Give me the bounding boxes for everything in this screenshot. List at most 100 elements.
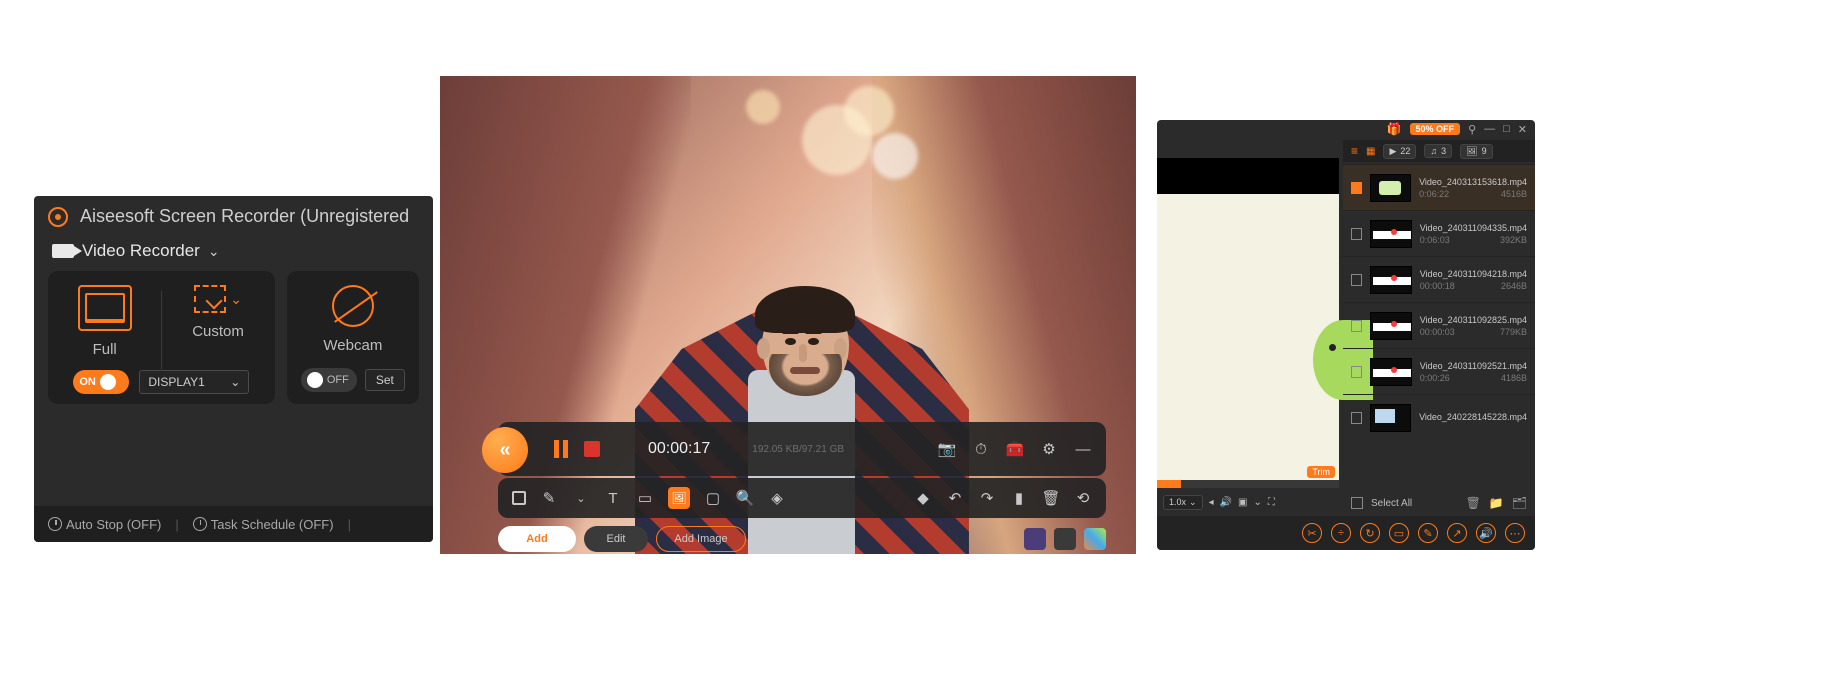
annotation-toolbar: ✎ ⌄ T ▭ 🖼 ▢ 🔍 ◈ ◆ ↶ ↷ ▮ 🗑 ⟲ — [498, 478, 1106, 518]
eraser-icon[interactable]: ◆ — [914, 489, 932, 507]
left-titlebar: Aiseesoft Screen Recorder (Unregistered — [34, 196, 433, 237]
item-checkbox[interactable] — [1351, 320, 1362, 332]
item-checkbox[interactable] — [1351, 228, 1362, 240]
merge-action-icon[interactable]: ÷ — [1331, 523, 1351, 543]
exit-icon[interactable]: ⟲ — [1074, 489, 1092, 507]
item-checkbox[interactable] — [1351, 366, 1362, 378]
recording-timer: 00:00:17 — [648, 440, 710, 458]
edit-action-icon[interactable]: ✎ — [1418, 523, 1438, 543]
history-filter-tabs: ≡ ▦ ▶22 ♫3 🖼9 — [1343, 140, 1535, 162]
window-title: Aiseesoft Screen Recorder (Unregistered — [80, 206, 409, 227]
folder-icon[interactable]: 📁 — [1489, 496, 1504, 510]
item-checkbox[interactable] — [1351, 182, 1362, 194]
mode-selector[interactable]: Video Recorder ⌄ — [34, 237, 433, 271]
blur-tool-icon[interactable]: ▢ — [704, 489, 722, 507]
open-folder-icon[interactable]: 🗂 — [1512, 496, 1527, 510]
auto-stop-toggle[interactable]: Auto Stop (OFF) — [48, 517, 161, 532]
audio-tab[interactable]: ♫3 — [1424, 144, 1452, 158]
add-image-button[interactable]: Add Image — [656, 526, 746, 552]
record-target-icon — [48, 207, 68, 227]
toolbox-icon[interactable]: 🧰 — [1006, 440, 1024, 458]
magnifier-tool-icon[interactable]: 🔍 — [736, 489, 754, 507]
right-titlebar: 🎁 50% OFF ⚲ — □ ✕ — [1157, 120, 1535, 138]
gift-icon[interactable]: 🎁 — [1387, 122, 1402, 136]
trash-icon[interactable]: 🗑 — [1466, 496, 1481, 510]
add-button[interactable]: Add — [498, 526, 576, 552]
preview-canvas — [1157, 194, 1339, 480]
redo-icon[interactable]: ↷ — [978, 489, 996, 507]
pause-button[interactable] — [554, 440, 568, 458]
volume-action-icon[interactable]: 🔊 — [1476, 523, 1496, 543]
convert-action-icon[interactable]: ↻ — [1360, 523, 1380, 543]
stop-button[interactable] — [584, 441, 600, 457]
share-action-icon[interactable]: ↗ — [1447, 523, 1467, 543]
pin-icon[interactable]: ⚲ — [1468, 123, 1476, 136]
play-icon[interactable]: ▣ — [1238, 497, 1247, 508]
history-action-bar: ✂ ÷ ↻ ▭ ✎ ↗ 🔊 ⋯ — [1157, 516, 1535, 550]
display-toggle[interactable]: ON — [73, 370, 129, 394]
webcam-toggle[interactable]: OFF — [301, 368, 357, 392]
pen-tool-icon[interactable]: ✎ — [540, 489, 558, 507]
close-icon[interactable]: ✕ — [1518, 123, 1527, 136]
history-item[interactable]: Video_240228145228.mp4 — [1343, 394, 1535, 440]
select-all-checkbox[interactable] — [1351, 497, 1363, 509]
history-item[interactable]: Video_240311094335.mp4 0:06:03392KB — [1343, 210, 1535, 256]
spotlight-tool-icon[interactable]: ◈ — [768, 489, 786, 507]
sticker-option-3[interactable] — [1084, 528, 1106, 550]
rectangle-tool-icon[interactable] — [512, 491, 526, 505]
clear-icon[interactable]: ▮ — [1010, 489, 1028, 507]
left-recorder-panel: Aiseesoft Screen Recorder (Unregistered … — [34, 196, 433, 542]
maximize-icon[interactable]: □ — [1503, 123, 1510, 135]
playback-speed[interactable]: 1.0x⌄ — [1163, 495, 1203, 510]
minimize-icon[interactable]: — — [1074, 440, 1092, 458]
edit-button[interactable]: Edit — [584, 526, 648, 552]
select-all-label: Select All — [1371, 498, 1412, 509]
music-note-icon: ♫ — [1430, 146, 1437, 156]
history-preview: Trim 1.0x⌄ ◂ 🔊 ▣ ⌄ ⛶ — [1157, 158, 1339, 488]
trim-action-icon[interactable]: ✂ — [1302, 523, 1322, 543]
settings-gear-icon[interactable]: ⚙ — [1040, 440, 1058, 458]
history-item[interactable]: Video_240311092825.mp4 00:00:03779KB — [1343, 302, 1535, 348]
promo-badge[interactable]: 50% OFF — [1410, 123, 1461, 135]
image-insert-bar: Add Edit Add Image — [498, 520, 1106, 554]
more-action-icon[interactable]: ⋯ — [1505, 523, 1525, 543]
chevron-down-icon: ⌄ — [230, 375, 240, 389]
prev-frame-icon[interactable]: ◂ — [1209, 497, 1214, 508]
history-item[interactable]: Video_240313153618.mp4 0:06:224516B — [1343, 164, 1535, 210]
video-tab[interactable]: ▶22 — [1383, 144, 1416, 159]
custom-region-option[interactable]: ⌄ Custom — [161, 285, 274, 358]
history-item[interactable]: Video_240311094218.mp4 00:00:182646B — [1343, 256, 1535, 302]
undo-icon[interactable]: ↶ — [946, 489, 964, 507]
item-checkbox[interactable] — [1351, 412, 1362, 424]
delete-icon[interactable]: 🗑 — [1042, 489, 1060, 507]
webcam-settings-button[interactable]: Set — [365, 369, 405, 391]
timer-icon[interactable]: ⏱ — [972, 440, 990, 458]
full-label: Full — [93, 341, 117, 358]
image-tool-icon[interactable]: 🖼 — [668, 487, 690, 509]
callout-tool-icon[interactable]: ▭ — [636, 489, 654, 507]
minimize-icon[interactable]: — — [1484, 123, 1495, 135]
full-display-option[interactable]: Full — [48, 285, 161, 358]
display-dropdown[interactable]: DISPLAY1⌄ — [139, 370, 249, 394]
image-tab[interactable]: 🖼9 — [1460, 144, 1492, 159]
history-item[interactable]: Video_240311092521.mp4 0:00:264186B — [1343, 348, 1535, 394]
trim-button[interactable]: Trim — [1307, 466, 1335, 478]
text-tool-icon[interactable]: T — [604, 489, 622, 507]
play-icon: ▶ — [1389, 146, 1396, 157]
volume-icon[interactable]: 🔊 — [1220, 497, 1232, 508]
fullscreen-icon[interactable]: ⛶ — [1268, 497, 1275, 508]
sticker-option-2[interactable] — [1054, 528, 1076, 550]
chevron-down-icon[interactable]: ⌄ — [572, 489, 590, 507]
screenshot-icon[interactable]: 📷 — [938, 440, 956, 458]
item-checkbox[interactable] — [1351, 274, 1362, 286]
region-select-icon — [194, 285, 226, 313]
chevron-down-icon[interactable]: ⌄ — [1254, 497, 1262, 508]
compress-action-icon[interactable]: ▭ — [1389, 523, 1409, 543]
left-footer: Auto Stop (OFF) | Task Schedule (OFF) | — [34, 506, 433, 542]
grid-view-icon[interactable]: ▦ — [1366, 146, 1375, 157]
collapse-button[interactable]: « — [482, 427, 528, 473]
task-schedule-toggle[interactable]: Task Schedule (OFF) — [193, 517, 334, 532]
sticker-option-1[interactable] — [1024, 528, 1046, 550]
preview-scrubber[interactable] — [1157, 480, 1339, 488]
list-view-icon[interactable]: ≡ — [1351, 144, 1358, 158]
